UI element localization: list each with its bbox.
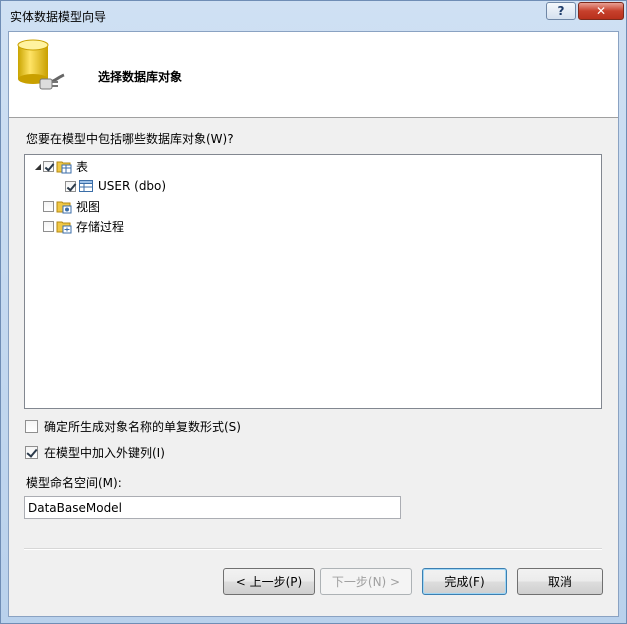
wizard-header: 选择数据库对象 (9, 32, 618, 118)
views-checkbox[interactable] (43, 200, 54, 212)
tables-label: 表 (76, 159, 89, 174)
expand-triangle-icon[interactable]: ◢ (33, 162, 43, 171)
help-button[interactable]: ? (546, 2, 576, 20)
next-button[interactable]: 下一步(N) > (320, 568, 412, 595)
wizard-window: 实体数据模型向导 ? ✕ 选择数据库对象 您要在模型中包括哪些数据库对象(W)?… (0, 0, 627, 624)
cancel-button[interactable]: 取消 (517, 568, 603, 595)
button-separator (24, 548, 602, 550)
foreign-keys-option[interactable]: 在模型中加入外键列(I) (25, 444, 165, 461)
sproc-folder-icon (56, 221, 72, 234)
previous-button[interactable]: < 上一步(P) (223, 568, 315, 595)
stored-procedures-label: 存储过程 (76, 219, 125, 234)
foreign-keys-checkbox[interactable] (25, 446, 38, 459)
tree-node-stored-procedures[interactable]: 存储过程 (33, 217, 124, 235)
database-objects-tree[interactable]: ◢ 表 USER (dbo) 视图 存储过程 (24, 154, 602, 409)
window-title: 实体数据模型向导 (10, 10, 107, 24)
namespace-input[interactable] (24, 496, 401, 519)
view-folder-icon (56, 201, 72, 214)
table-icon (79, 180, 93, 192)
tree-node-user-table[interactable]: USER (dbo) (65, 177, 166, 195)
database-plug-icon (17, 39, 65, 90)
pluralize-option[interactable]: 确定所生成对象名称的单复数形式(S) (25, 418, 241, 435)
stored-procedures-checkbox[interactable] (43, 220, 54, 232)
page-title: 选择数据库对象 (98, 70, 183, 84)
user-table-checkbox[interactable] (65, 180, 76, 192)
views-label: 视图 (76, 199, 101, 214)
dialog-body: 选择数据库对象 您要在模型中包括哪些数据库对象(W)? ◢ 表 USER (db… (8, 31, 619, 617)
tree-node-views[interactable]: 视图 (33, 197, 100, 215)
close-button[interactable]: ✕ (578, 2, 624, 20)
pluralize-checkbox[interactable] (25, 420, 38, 433)
title-bar[interactable]: 实体数据模型向导 ? ✕ (1, 1, 626, 31)
tree-node-tables[interactable]: ◢ 表 (33, 157, 88, 175)
finish-button[interactable]: 完成(F) (422, 568, 507, 595)
objects-prompt: 您要在模型中包括哪些数据库对象(W)? (26, 132, 234, 146)
namespace-label: 模型命名空间(M): (26, 476, 122, 490)
table-folder-icon (56, 161, 72, 174)
user-table-label: USER (dbo) (98, 179, 167, 193)
foreign-keys-label: 在模型中加入外键列(I) (44, 446, 165, 460)
tables-checkbox[interactable] (43, 160, 54, 172)
pluralize-label: 确定所生成对象名称的单复数形式(S) (44, 420, 241, 434)
